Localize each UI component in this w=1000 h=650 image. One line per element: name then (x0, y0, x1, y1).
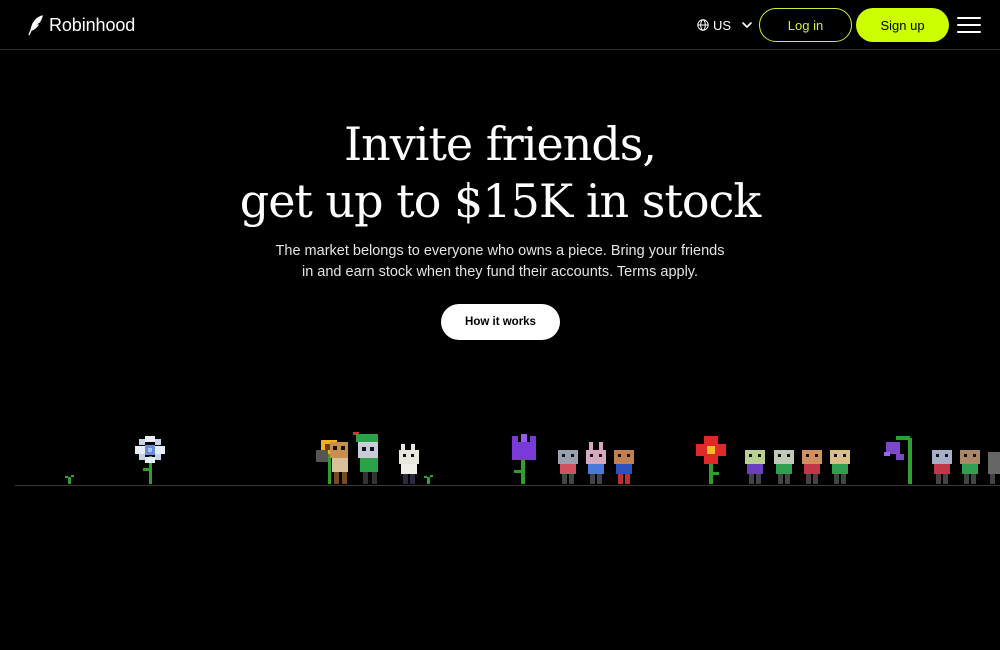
sprout-icon (65, 475, 74, 484)
frog-character-icon (745, 450, 765, 484)
sprout-icon (424, 475, 433, 484)
red-flower-icon (696, 436, 726, 484)
robinhood-logo[interactable]: Robinhood (27, 13, 135, 37)
hero-subtitle-line-1: The market belongs to everyone who owns … (275, 243, 725, 259)
signup-button[interactable]: Sign up (856, 8, 949, 42)
otter-character-icon (960, 450, 980, 484)
locale-selector[interactable]: US (697, 16, 753, 34)
wolf-character-icon (932, 450, 952, 484)
hero-title-line-2: get up to $15K in stock (239, 174, 761, 228)
green-hat-character-icon (353, 432, 378, 484)
hero-title-line-1: Invite friends, (343, 117, 657, 171)
feather-logo-icon (28, 15, 43, 36)
cat-character-icon (558, 450, 578, 484)
hamburger-menu-icon[interactable] (957, 15, 981, 35)
raccoon-character-icon (316, 442, 348, 484)
partial-character-icon (988, 452, 1000, 484)
bear-character-icon (830, 450, 850, 484)
squirrel-character-icon (802, 450, 822, 484)
globe-icon (697, 19, 709, 31)
goat-character-icon (774, 450, 794, 484)
pixel-art-illustration (0, 420, 1000, 492)
hero-subtitle: The market belongs to everyone who owns … (250, 241, 750, 283)
how-it-works-button[interactable]: How it works (441, 304, 560, 340)
fox-character-icon (614, 450, 634, 484)
chevron-down-icon (742, 22, 752, 28)
bunny-character-icon (399, 444, 419, 484)
rabbit-character-icon (586, 442, 606, 484)
login-button[interactable]: Log in (759, 8, 852, 42)
daisy-flower-icon (135, 436, 165, 484)
top-nav: Robinhood US Log in Sign up (0, 0, 1000, 50)
tulip-flower-icon (512, 434, 536, 484)
brand-name: Robinhood (49, 14, 136, 35)
ground-line (15, 485, 1000, 486)
bellflower-icon (884, 436, 912, 484)
locale-label: US (713, 17, 732, 33)
hero-subtitle-line-2: in and earn stock when they fund their a… (301, 264, 699, 280)
hero-title: Invite friends, get up to $15K in stock (0, 116, 1000, 230)
